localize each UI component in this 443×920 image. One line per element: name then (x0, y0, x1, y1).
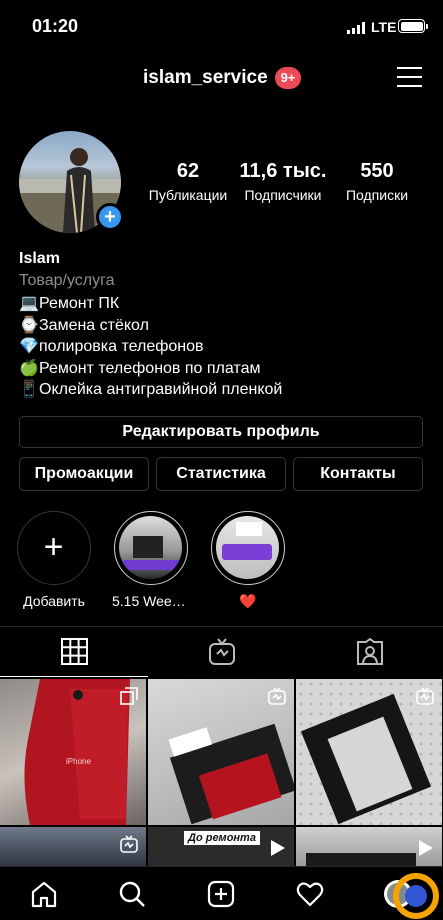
bio-line: ⌚Замена стёкол (19, 315, 429, 337)
post-thumbnail[interactable] (0, 827, 146, 867)
promotions-button[interactable]: Промоакции (19, 457, 149, 491)
edit-profile-button[interactable]: Редактировать профиль (19, 416, 423, 448)
profile-name: Islam (19, 250, 60, 267)
highlight-caption: Добавить (23, 593, 85, 609)
tab-igtv[interactable] (148, 627, 296, 677)
stat-posts[interactable]: 62 Публикации (145, 160, 231, 203)
highlight-ring: + (17, 511, 91, 585)
new-post-tab[interactable] (206, 879, 236, 909)
highlight-item[interactable]: 5.15 Weeke... (112, 511, 190, 609)
highlight-cover (216, 516, 279, 579)
bio-line: 🍏Ремонт телефонов по платам (19, 358, 429, 380)
posts-label: Публикации (148, 187, 228, 203)
stat-followers[interactable]: 11,6 тыс. Подписчики (238, 160, 328, 203)
post-thumbnail[interactable] (296, 679, 442, 825)
overlay-logo-icon (393, 873, 439, 919)
search-icon (119, 881, 145, 907)
bio-line: 📱Оклейка антигравийной пленкой (19, 379, 429, 401)
heart-icon (296, 882, 324, 907)
posts-count: 62 (176, 160, 200, 182)
igtv-badge-icon (120, 835, 138, 853)
profile-category: Товар/услуга (19, 272, 115, 289)
following-count: 550 (360, 160, 394, 182)
plus-icon: + (43, 528, 64, 566)
bio-line-text: Ремонт телефонов по платам (39, 359, 261, 377)
multiple-photos-icon (120, 687, 138, 705)
new-post-icon (207, 880, 235, 908)
post-thumbnail[interactable] (296, 827, 442, 867)
status-bar: 01:20 LTE (0, 0, 443, 50)
contacts-button[interactable]: Контакты (293, 457, 423, 491)
bottom-navigation (0, 866, 443, 920)
following-label: Подписки (345, 187, 409, 203)
followers-label: Подписчики (244, 187, 322, 203)
play-icon (271, 840, 285, 856)
highlight-ring (211, 511, 285, 585)
post-thumbnail[interactable]: iPhone (0, 679, 146, 825)
bio: Islam Товар/услуга 💻Ремонт ПК ⌚Замена ст… (19, 250, 429, 401)
battery-icon (398, 19, 428, 33)
search-tab[interactable] (117, 879, 147, 909)
home-icon (31, 881, 57, 908)
username-title[interactable]: islam_service (143, 67, 268, 89)
bio-line: 💻Ремонт ПК (19, 293, 429, 315)
notification-badge[interactable]: 9+ (275, 67, 301, 89)
highlight-ring (114, 511, 188, 585)
igtv-icon (209, 638, 235, 665)
gem-emoji-icon: 💎 (19, 338, 39, 356)
watch-emoji-icon: ⌚ (19, 316, 39, 334)
bio-line-text: Ремонт ПК (39, 295, 120, 312)
bio-line-text: Оклейка антигравийной пленкой (39, 381, 283, 399)
add-story-button[interactable]: + (96, 203, 124, 231)
highlight-caption: 5.15 Weeke... (112, 593, 190, 609)
highlight-caption: ❤️ (239, 593, 257, 609)
igtv-badge-icon (268, 687, 286, 705)
highlight-item[interactable]: ❤️ (209, 511, 287, 610)
grid-icon (60, 638, 88, 665)
menu-button[interactable] (397, 67, 422, 89)
signal-icon (347, 22, 365, 34)
bio-line: 💎полировка телефонов (19, 336, 429, 358)
activity-tab[interactable] (295, 879, 325, 909)
apple-emoji-icon: 🍏 (19, 359, 39, 377)
highlight-cover (119, 516, 182, 579)
insights-button[interactable]: Статистика (156, 457, 286, 491)
post-thumbnail[interactable] (148, 679, 294, 825)
stat-following[interactable]: 550 Подписки (334, 160, 420, 203)
network-type: LTE (371, 19, 397, 35)
igtv-badge-icon (416, 687, 434, 705)
post-overlay-text: iPhone (66, 757, 91, 766)
play-icon (419, 840, 433, 856)
home-tab[interactable] (29, 879, 59, 909)
tab-tagged[interactable] (296, 627, 443, 677)
profile-tabs (0, 626, 443, 677)
tab-grid[interactable] (0, 627, 148, 677)
status-time: 01:20 (32, 16, 79, 36)
followers-count: 11,6 тыс. (239, 160, 327, 182)
phone-emoji-icon: 📱 (19, 381, 39, 399)
bio-line-text: Замена стёкол (39, 316, 149, 334)
highlight-new[interactable]: + Добавить (15, 511, 93, 609)
profile-header: islam_service 9+ (0, 55, 443, 103)
post-thumbnail[interactable]: До ремонта (148, 827, 294, 867)
post-overlay-text: До ремонта (184, 831, 260, 845)
laptop-emoji-icon: 💻 (19, 295, 39, 312)
bio-line-text: полировка телефонов (39, 338, 204, 356)
tagged-icon (357, 638, 383, 665)
